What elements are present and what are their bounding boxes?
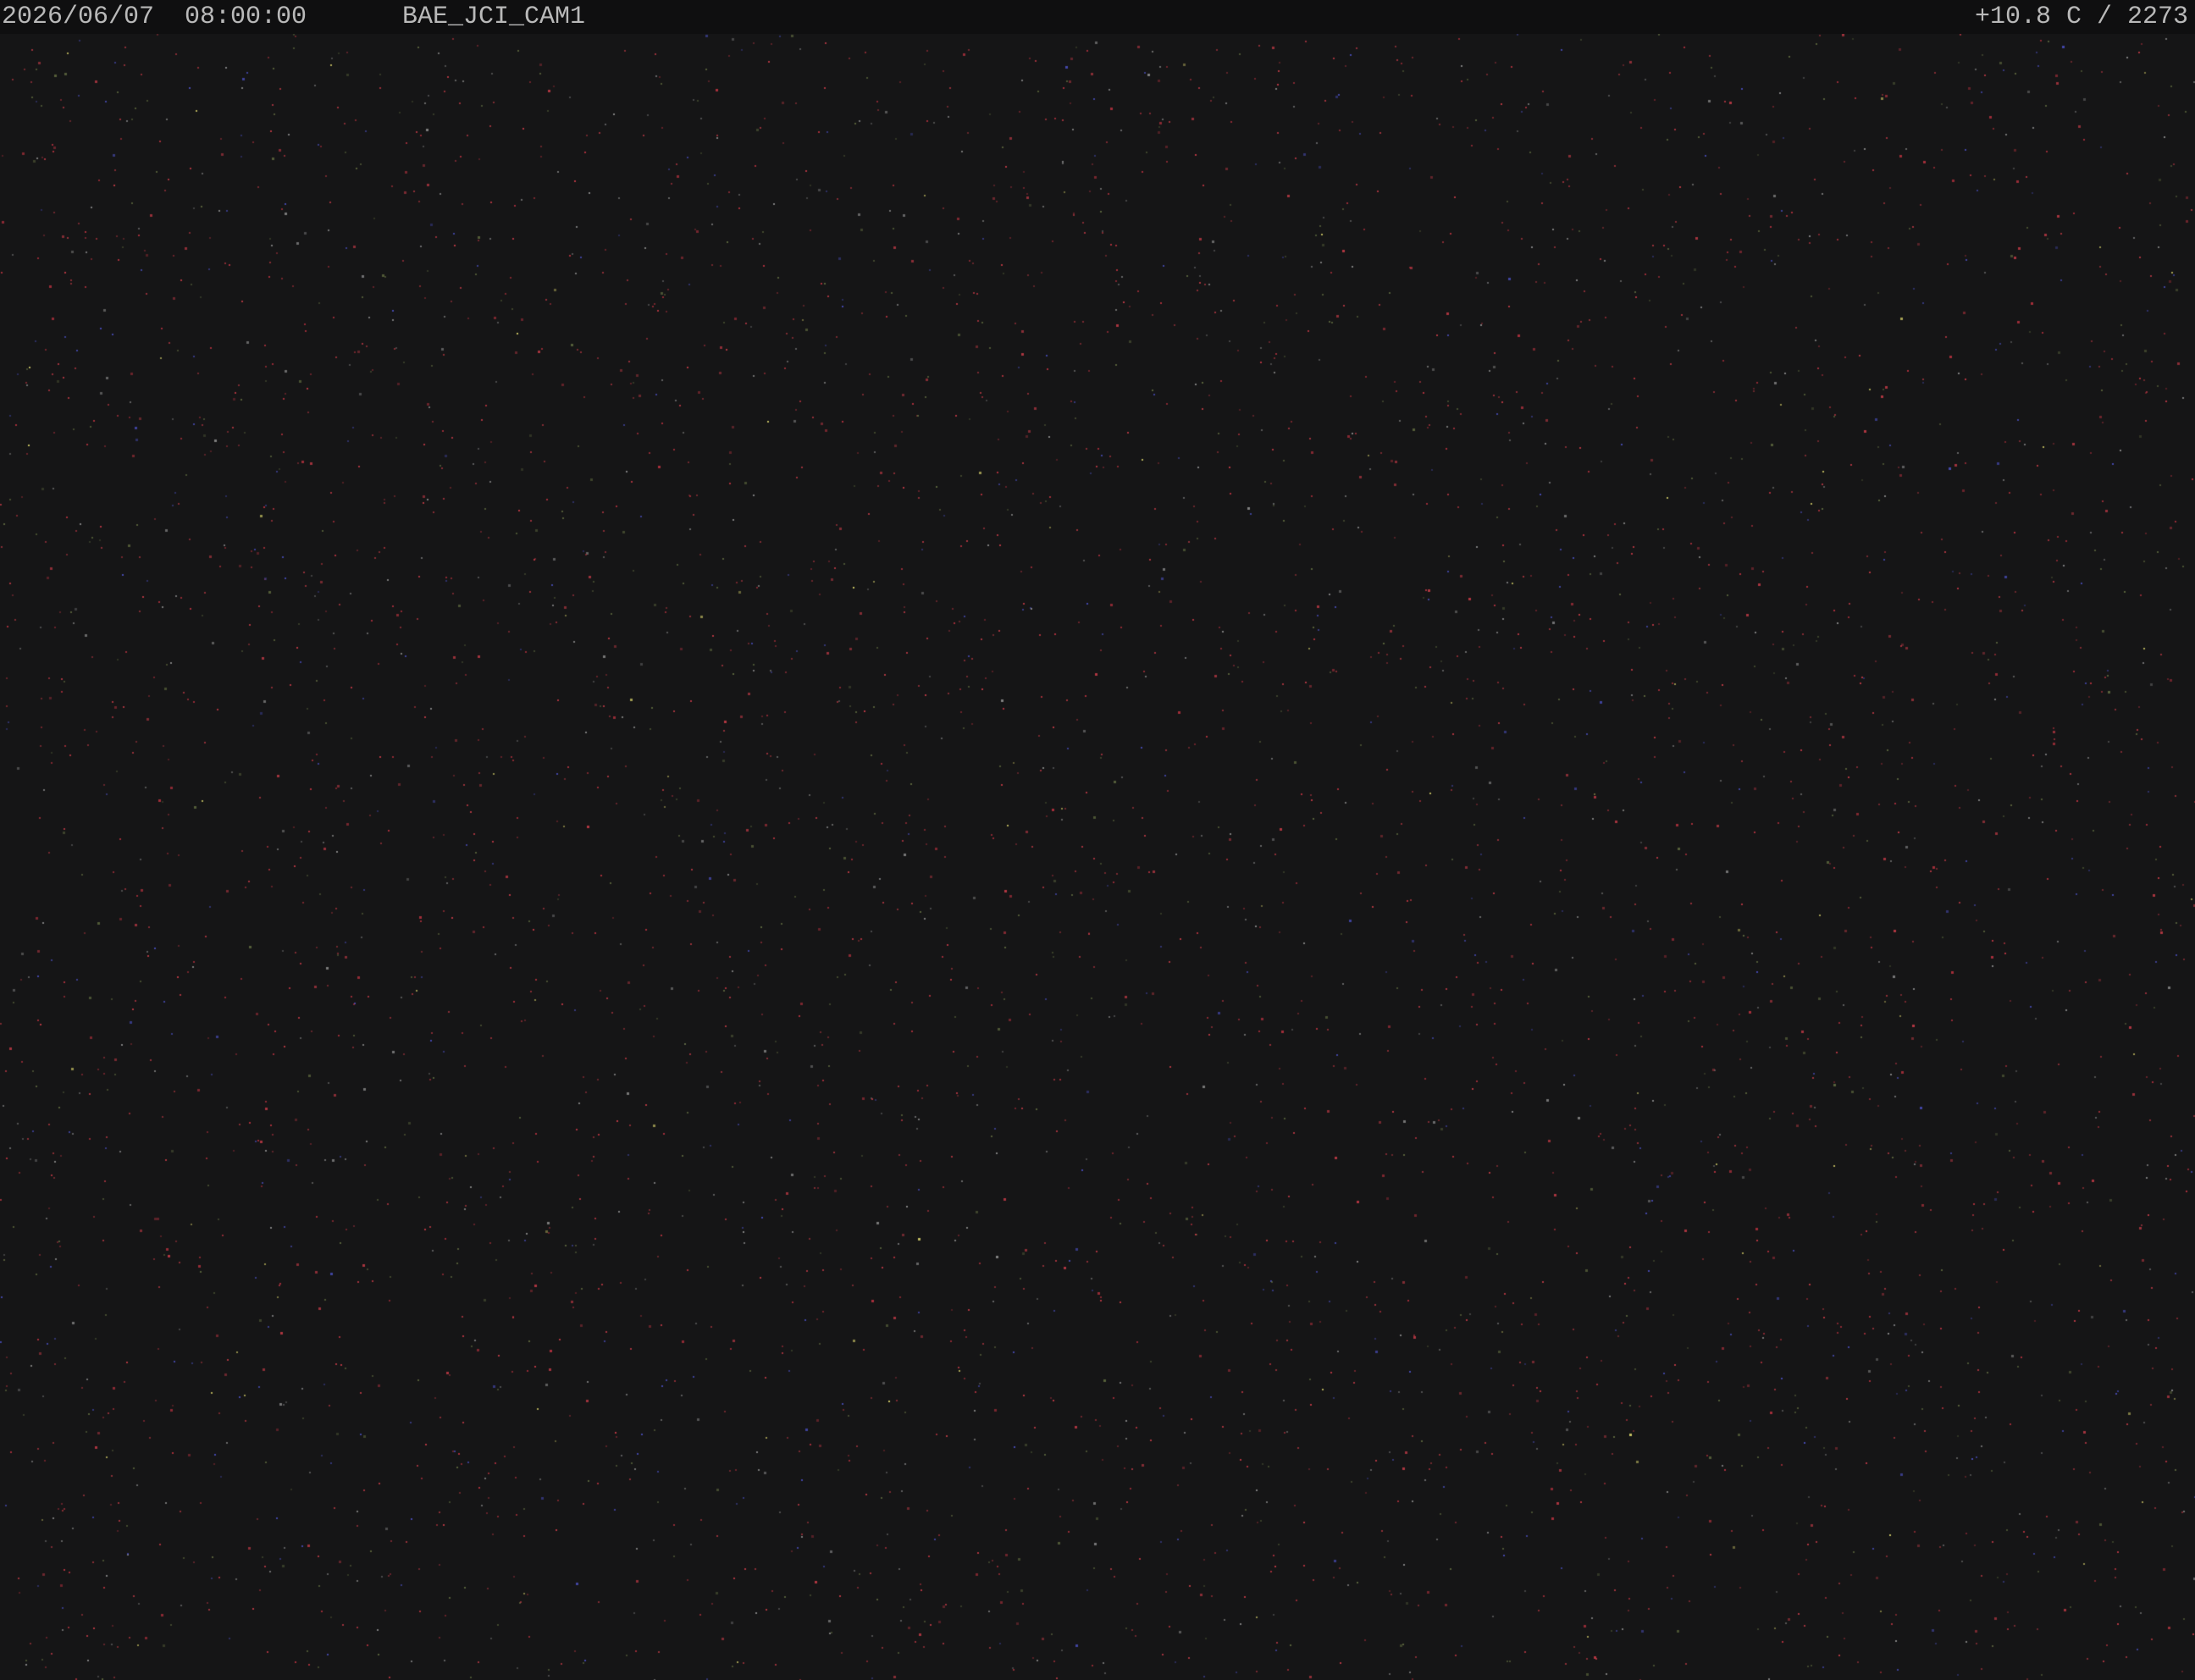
osd-temperature-counter: +10.8 C / 2273 — [1974, 3, 2188, 31]
osd-timestamp: 2026/06/07 08:00:00 — [2, 3, 307, 31]
osd-camera-id: BAE_JCI_CAM1 — [402, 3, 586, 31]
camera-feed-viewport: 2026/06/07 08:00:00 BAE_JCI_CAM1 +10.8 C… — [0, 0, 2195, 1680]
night-sky-noise-image — [0, 0, 2195, 1680]
osd-overlay-bar: 2026/06/07 08:00:00 BAE_JCI_CAM1 +10.8 C… — [0, 0, 2195, 34]
